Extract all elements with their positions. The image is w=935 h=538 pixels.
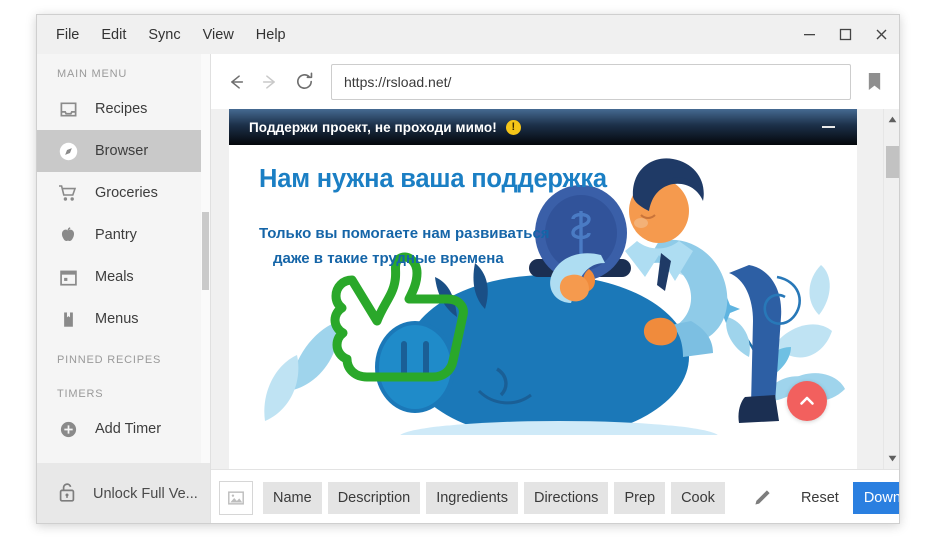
ad-headline: Нам нужна ваша поддержка — [259, 165, 607, 193]
sidebar-item-label: Pantry — [95, 227, 137, 243]
book-icon — [57, 308, 79, 330]
sidebar-section-main-menu: MAIN MENU — [57, 68, 128, 80]
sidebar-scrollbar[interactable] — [201, 54, 210, 523]
minimize-icon — [803, 34, 815, 36]
shopping-cart-icon — [57, 182, 79, 204]
sidebar-item-browser[interactable]: Browser — [37, 130, 210, 172]
menu-item-view[interactable]: View — [192, 22, 245, 48]
menu-bar: File Edit Sync View Help — [37, 15, 899, 54]
scroll-to-top-button[interactable] — [787, 381, 827, 421]
window-body: MAIN MENU Recipes Browser Groceries Pant… — [37, 54, 899, 523]
ad-subheadline: Только вы помогаете нам развиваться даже… — [259, 221, 550, 271]
plus-circle-icon — [57, 418, 79, 440]
ad-banner-header: Поддержи проект, не проходи мимо! ! — [229, 109, 857, 145]
sidebar-item-pantry[interactable]: Pantry — [37, 214, 210, 256]
browser-pane: https://rsload.net/ Поддержи проект, не … — [211, 54, 899, 523]
field-button-ingredients[interactable]: Ingredients — [426, 481, 518, 514]
sidebar-item-label: Groceries — [95, 185, 158, 201]
ad-banner: Поддержи проект, не проходи мимо! ! Нам … — [229, 109, 857, 469]
back-button[interactable] — [219, 65, 253, 99]
chevron-up-icon — [800, 396, 814, 405]
menu-item-file[interactable]: File — [45, 22, 90, 48]
sidebar-item-menus[interactable]: Menus — [37, 298, 210, 340]
close-button[interactable] — [863, 15, 899, 54]
field-button-directions[interactable]: Directions — [523, 481, 609, 514]
sidebar-item-groceries[interactable]: Groceries — [37, 172, 210, 214]
field-button-prep[interactable]: Prep — [614, 481, 666, 514]
window-controls — [791, 15, 899, 54]
web-page-viewport: Поддержи проект, не проходи мимо! ! Нам … — [211, 109, 899, 469]
sidebar-section-pinned-recipes: PINNED RECIPES — [57, 354, 162, 366]
calendar-icon — [57, 266, 79, 288]
address-bar[interactable]: https://rsload.net/ — [331, 63, 851, 100]
pencil-icon — [755, 489, 770, 505]
sidebar-scrollbar-thumb[interactable] — [202, 212, 209, 290]
sidebar-item-label: Add Timer — [95, 421, 162, 437]
page-scrollbar-thumb[interactable] — [886, 146, 899, 178]
sidebar-item-add-timer[interactable]: Add Timer — [37, 408, 210, 450]
warning-icon: ! — [505, 119, 521, 135]
minimize-button[interactable] — [791, 15, 827, 54]
edit-button[interactable] — [745, 482, 779, 514]
menu-item-help[interactable]: Help — [245, 22, 297, 48]
ad-banner-body[interactable]: Нам нужна ваша поддержка Только вы помог… — [229, 145, 857, 435]
arrow-right-icon — [262, 74, 275, 89]
ad-subheadline-line1: Только вы помогаете нам развиваться — [259, 225, 550, 242]
reload-icon — [296, 72, 312, 89]
sidebar: MAIN MENU Recipes Browser Groceries Pant… — [37, 54, 211, 523]
forward-button[interactable] — [253, 65, 287, 99]
ad-minimize-button[interactable] — [822, 126, 835, 128]
arrow-left-icon — [231, 74, 244, 89]
reload-button[interactable] — [287, 65, 321, 99]
caret-down-icon — [888, 455, 896, 462]
application-window: File Edit Sync View Help MAIN MENU Recip… — [36, 14, 900, 524]
sidebar-section-timers: TIMERS — [57, 388, 104, 400]
menu-item-sync[interactable]: Sync — [137, 22, 191, 48]
unlock-full-version-label: Unlock Full Ve... — [93, 486, 198, 502]
app-root: File Edit Sync View Help MAIN MENU Recip… — [0, 0, 935, 538]
maximize-icon — [839, 28, 851, 41]
field-button-description[interactable]: Description — [327, 481, 421, 514]
scrollbar-down-button[interactable] — [884, 450, 899, 467]
address-bar-value: https://rsload.net/ — [344, 73, 452, 90]
ad-banner-title: Поддержи проект, не проходи мимо! — [249, 119, 497, 135]
unlock-full-version-button[interactable]: Unlock Full Ve... — [37, 463, 210, 523]
bookmark-button[interactable] — [859, 65, 889, 99]
apple-icon — [57, 224, 79, 246]
sidebar-item-meals[interactable]: Meals — [37, 256, 210, 298]
field-button-name[interactable]: Name — [263, 481, 322, 514]
bookmark-icon — [868, 73, 880, 90]
sidebar-item-label: Recipes — [95, 101, 148, 117]
scrollbar-up-button[interactable] — [884, 111, 899, 128]
ad-subheadline-line2: даже в такие трудные времена — [273, 250, 504, 267]
sidebar-item-label: Meals — [95, 269, 134, 285]
sidebar-item-recipes[interactable]: Recipes — [37, 88, 210, 130]
caret-up-icon — [888, 116, 896, 123]
close-icon — [876, 29, 886, 40]
unlock-icon — [57, 481, 77, 508]
sidebar-item-label: Browser — [95, 143, 149, 159]
image-capture-button[interactable] — [219, 480, 253, 515]
capture-toolbar: Name Description Ingredients Directions … — [211, 469, 899, 523]
download-button[interactable]: Download — [852, 481, 899, 514]
page-scrollbar[interactable] — [883, 109, 899, 469]
browser-toolbar: https://rsload.net/ — [211, 54, 899, 109]
image-placeholder-icon — [228, 490, 244, 505]
field-button-cook[interactable]: Cook — [671, 481, 725, 514]
compass-icon — [57, 140, 79, 162]
maximize-button[interactable] — [827, 15, 863, 54]
sidebar-item-label: Menus — [95, 311, 139, 327]
reset-button[interactable]: Reset — [787, 482, 853, 514]
menu-item-edit[interactable]: Edit — [90, 22, 137, 48]
inbox-icon — [57, 98, 79, 120]
